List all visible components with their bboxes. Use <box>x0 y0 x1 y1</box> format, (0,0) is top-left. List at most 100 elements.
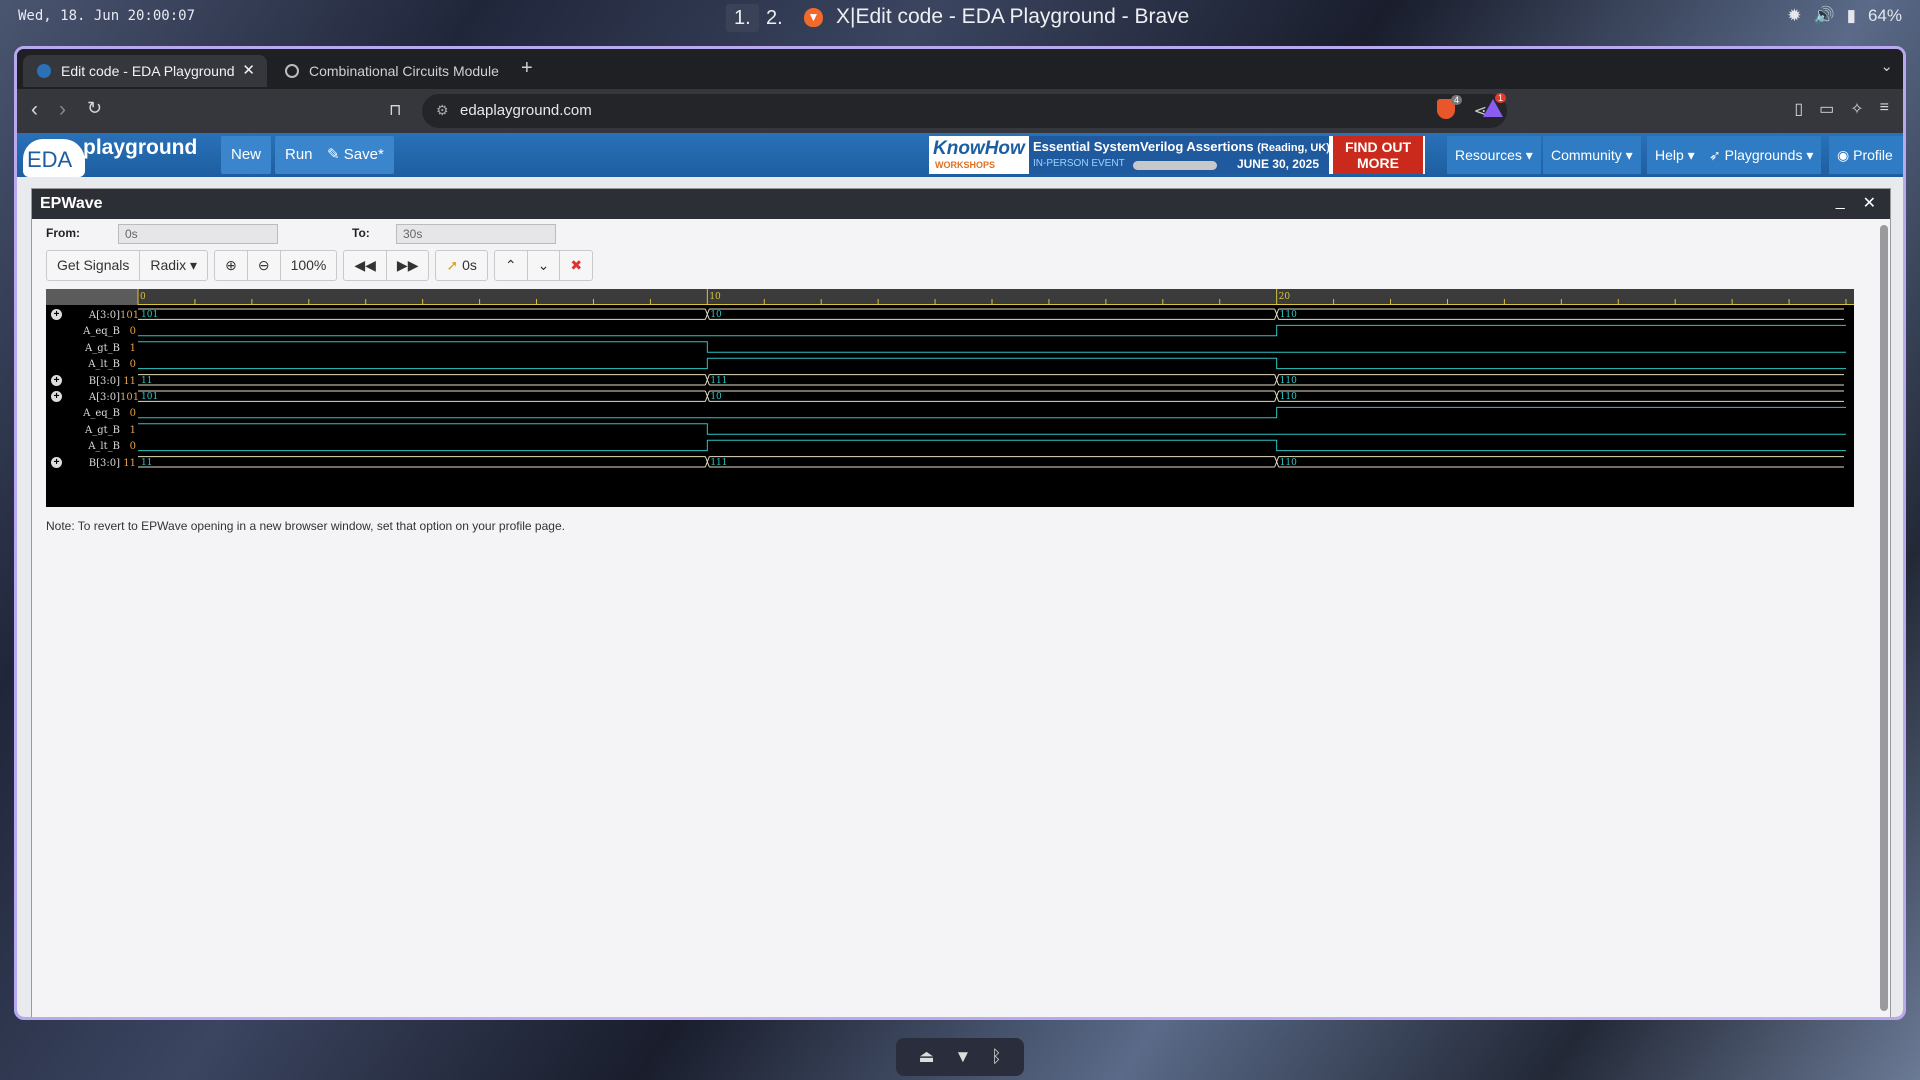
forward-icon[interactable]: › <box>59 98 66 122</box>
knowhow-brand: KnowHow <box>933 138 1025 159</box>
new-button[interactable]: New <box>221 136 272 174</box>
rewind-icon[interactable]: ◀◀ <box>344 251 387 280</box>
zoom-level[interactable]: 100% <box>281 251 337 280</box>
site-info-icon[interactable]: ⚙ <box>436 102 449 119</box>
banner-date: JUNE 30, 2025 <box>1236 157 1319 171</box>
bluetooth-icon[interactable]: ᛒ <box>991 1047 1001 1067</box>
bus-transition <box>704 308 710 320</box>
epwave-note: Note: To revert to EPWave opening in a n… <box>46 519 565 533</box>
bus-value-label: 111 <box>710 376 727 386</box>
find-out-more-button[interactable]: FIND OUT MORE <box>1333 136 1423 174</box>
workspace-1[interactable]: 1. <box>726 4 759 32</box>
wallet-icon[interactable]: ▭ <box>1819 99 1834 119</box>
cursor-time-button[interactable]: ➚ 0s <box>436 251 486 280</box>
workspace-2[interactable]: 2. <box>758 4 791 32</box>
from-label: From: <box>46 226 80 240</box>
move-up-icon[interactable]: ⌃ <box>495 251 528 280</box>
leo-ai-icon[interactable]: ✧ <box>1850 99 1863 119</box>
url-field[interactable]: ⚙ edaplayground.com ⋖ <box>422 94 1507 128</box>
run-button[interactable]: Run <box>275 136 323 174</box>
tab-combinational-circuits[interactable]: Combinational Circuits Module <box>271 55 515 87</box>
to-label: To: <box>352 226 370 240</box>
save-button[interactable]: ✎ Save* <box>317 136 394 174</box>
bus-value-label: 101 <box>141 392 158 402</box>
radix-dropdown[interactable]: Radix ▾ <box>140 251 207 280</box>
settings-icon[interactable]: ✹ <box>1787 6 1801 26</box>
delete-icon[interactable]: ✖ <box>560 251 592 280</box>
volume-icon[interactable]: 🔊 <box>1813 6 1834 26</box>
eject-icon[interactable]: ⏏ <box>918 1047 934 1067</box>
address-bar: ‹ › ↻ ⊓ ⚙ edaplayground.com ⋖ 4 1 ▯ ▭ ✧ … <box>17 89 1903 133</box>
bus-value-label: 11 <box>141 376 152 386</box>
get-signals-button[interactable]: Get Signals <box>47 251 141 280</box>
dock: ⏏ ▼ ᛒ <box>896 1038 1024 1076</box>
menu-resources[interactable]: Resources ▾ <box>1447 136 1541 174</box>
sidebar-icon[interactable]: ▯ <box>1794 99 1803 119</box>
zoom-group: ⊕ ⊖ 100% <box>214 250 338 281</box>
wire-trace <box>138 357 1846 370</box>
bus-transition <box>704 390 710 402</box>
reload-icon[interactable]: ↻ <box>87 98 102 119</box>
ruler-label: 0 <box>140 292 146 302</box>
bus-value-label: 111 <box>710 458 727 468</box>
tab-label: Edit code - EDA Playground <box>61 63 235 79</box>
seek-group: ◀◀ ▶▶ <box>343 250 430 281</box>
vertical-scrollbar[interactable] <box>1880 225 1888 1011</box>
dialog-controls: _ ✕ <box>1836 193 1876 213</box>
bus-value-label: 10 <box>710 310 722 320</box>
browser-window: Edit code - EDA Playground ✕ Combination… <box>14 46 1906 1020</box>
wire-trace <box>138 439 1846 452</box>
move-down-icon[interactable]: ⌄ <box>528 251 561 280</box>
zoom-out-icon[interactable]: ⊖ <box>248 251 281 280</box>
close-tab-icon[interactable]: ✕ <box>242 55 255 87</box>
to-input[interactable]: 30s <box>396 224 556 244</box>
bookmark-icon[interactable]: ⊓ <box>389 100 401 120</box>
user-icon: ◉ <box>1837 147 1854 163</box>
back-icon[interactable]: ‹ <box>31 98 38 122</box>
menu-icon[interactable]: ≡ <box>1880 99 1889 119</box>
close-icon[interactable]: ✕ <box>1863 193 1876 213</box>
waveform-svg: 0 10 20101 10 11011 111 110101 10 11011 111 110 <box>137 289 1847 468</box>
system-tray: ✹ 🔊 ▮ 64% <box>1787 6 1902 26</box>
clock: Wed, 18. Jun 20:00:07 <box>18 8 196 24</box>
save-label: Save* <box>343 146 384 163</box>
logo-eda-text: EDA <box>27 147 73 172</box>
zoom-in-icon[interactable]: ⊕ <box>215 251 248 280</box>
ad-banner[interactable]: KnowHow WORKSHOPS Essential SystemVerilo… <box>929 136 1425 174</box>
shields-badge: 4 <box>1451 95 1463 105</box>
banner-title: Essential SystemVerilog Assertions (Read… <box>1033 139 1330 154</box>
window-title: X|Edit code - EDA Playground - Brave <box>836 5 1190 28</box>
bus-transition <box>1274 456 1280 468</box>
wire-trace <box>138 406 1846 419</box>
bus-value-label: 110 <box>1280 392 1297 402</box>
bus-value-label: 10 <box>710 392 722 402</box>
menu-playgrounds[interactable]: ➶ Playgrounds ▾ <box>1701 136 1822 174</box>
chevron-down-icon[interactable]: ⌄ <box>1880 57 1893 75</box>
battery-icon[interactable]: ▮ <box>1847 6 1856 26</box>
globe-icon <box>285 64 299 78</box>
wire-trace <box>138 324 1846 337</box>
bus-transition <box>704 374 710 386</box>
ruler-label: 10 <box>709 292 721 302</box>
knowhow-sub: WORKSHOPS <box>935 160 996 170</box>
wifi-icon[interactable]: ▼ <box>955 1047 972 1067</box>
fast-forward-icon[interactable]: ▶▶ <box>387 251 429 280</box>
new-tab-icon[interactable]: + <box>521 57 533 80</box>
epwave-dialog: EPWave _ ✕ From: 0s To: 30s Get Signals … <box>31 188 1891 1017</box>
menu-help[interactable]: Help ▾ <box>1647 136 1703 174</box>
cursor-group: ➚ 0s <box>435 250 488 281</box>
logo-playground-text: playground <box>83 136 198 159</box>
wire-trace <box>138 423 1846 435</box>
url-text: edaplayground.com <box>460 102 592 119</box>
page-content: EDA playground New Run ✎ Save* KnowHow W… <box>17 133 1903 1017</box>
minimize-icon[interactable]: _ <box>1836 193 1845 213</box>
banner-slider <box>1133 161 1217 170</box>
from-input[interactable]: 0s <box>118 224 278 244</box>
tab-edit-code[interactable]: Edit code - EDA Playground ✕ <box>23 55 267 87</box>
menu-profile[interactable]: ◉ Profile ▾ <box>1829 136 1903 201</box>
menu-community[interactable]: Community ▾ <box>1543 136 1641 174</box>
waveform-viewer[interactable]: 0 10 20 101 10 110 11 111 110 101 10 110 11 111 110 + A… <box>46 289 1854 507</box>
banner-details: Essential SystemVerilog Assertions (Read… <box>1029 136 1330 174</box>
bus-value-label: 101 <box>141 310 158 320</box>
system-top-bar: Wed, 18. Jun 20:00:07 1. 2. ▼ X|Edit cod… <box>0 0 1920 34</box>
